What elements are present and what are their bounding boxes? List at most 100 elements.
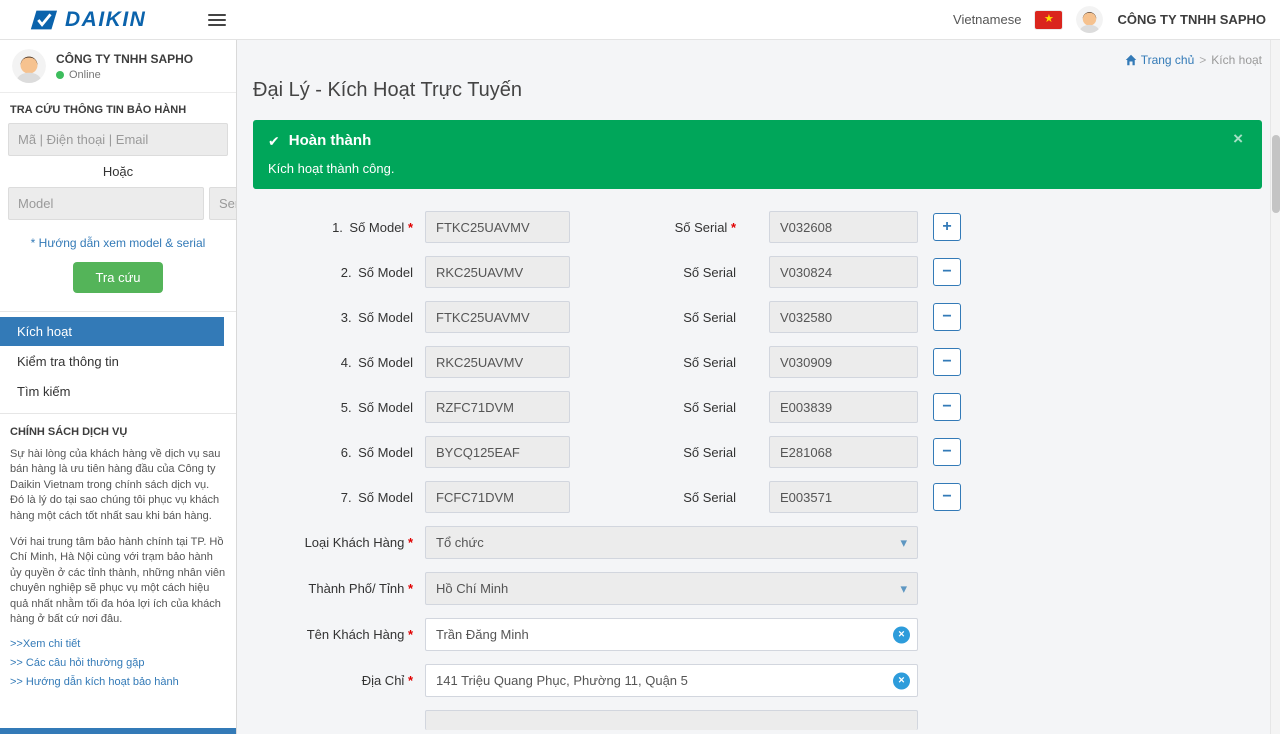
- partial-row: [253, 710, 1262, 730]
- sidebar-item-1[interactable]: Kích hoạt: [0, 317, 224, 346]
- remove-row-button[interactable]: −: [933, 438, 961, 466]
- city-label: Thành Phố/ Tỉnh *: [253, 581, 413, 596]
- online-status-dot: [56, 71, 64, 79]
- partial-field: [425, 710, 918, 730]
- clear-icon[interactable]: ×: [893, 626, 910, 643]
- serial-input[interactable]: [769, 481, 918, 513]
- customer-name-row: Tên Khách Hàng * ×: [253, 618, 1262, 651]
- model-serial-guide-link[interactable]: * Hướng dẫn xem model & serial: [0, 236, 236, 250]
- serial-input[interactable]: [769, 301, 918, 333]
- customer-type-select[interactable]: Tổ chức ▾: [425, 526, 918, 559]
- activation-form: 1. Số Model *Số Serial *+ 2. Số Model Số …: [253, 211, 1262, 730]
- serial-input[interactable]: [769, 436, 918, 468]
- lookup-panel-title: TRA CỨU THÔNG TIN BẢO HÀNH: [0, 93, 236, 123]
- model-label: 4. Số Model: [253, 355, 413, 370]
- remove-row-button[interactable]: −: [933, 483, 961, 511]
- remove-row-button[interactable]: −: [933, 258, 961, 286]
- serial-label: Số Serial: [570, 445, 736, 460]
- lookup-model-input[interactable]: [8, 187, 204, 220]
- customer-type-row: Loại Khách Hàng * Tổ chức ▾: [253, 526, 1262, 559]
- language-selector[interactable]: Vietnamese: [953, 12, 1021, 27]
- breadcrumb-separator: >: [1199, 53, 1206, 67]
- model-serial-row: 4. Số Model Số Serial −: [253, 346, 1262, 378]
- scrollbar[interactable]: [1270, 40, 1280, 734]
- policy-link-3[interactable]: >> Hướng dẫn kích hoạt bảo hành: [10, 676, 226, 688]
- model-label: 7. Số Model: [253, 490, 413, 505]
- city-row: Thành Phố/ Tỉnh * Hồ Chí Minh ▾: [253, 572, 1262, 605]
- serial-label: Số Serial: [570, 490, 736, 505]
- model-label: 5. Số Model: [253, 400, 413, 415]
- policy-link-1[interactable]: >>Xem chi tiết: [10, 638, 226, 650]
- serial-label: Số Serial: [570, 355, 736, 370]
- serial-input[interactable]: [769, 346, 918, 378]
- sidebar-avatar: [12, 49, 46, 83]
- flag-star-icon: ★: [1044, 14, 1054, 25]
- customer-name-input[interactable]: [425, 618, 918, 651]
- sidebar-menu: Kích hoạtKiểm tra thông tinTìm kiếm: [0, 312, 236, 414]
- check-icon: ✔: [268, 130, 280, 152]
- remove-row-button[interactable]: −: [933, 303, 961, 331]
- model-input[interactable]: [425, 481, 570, 513]
- vietnam-flag-icon[interactable]: ★: [1035, 11, 1062, 29]
- breadcrumb: Trang chủ > Kích hoạt: [253, 40, 1262, 67]
- model-input[interactable]: [425, 211, 570, 243]
- sidebar-item-2[interactable]: Kiểm tra thông tin: [0, 347, 224, 376]
- city-value: Hồ Chí Minh: [436, 581, 508, 596]
- model-input[interactable]: [425, 256, 570, 288]
- home-icon: [1125, 54, 1137, 66]
- remove-row-button[interactable]: −: [933, 348, 961, 376]
- model-label: 3. Số Model: [253, 310, 413, 325]
- customer-name-label: Tên Khách Hàng *: [253, 627, 413, 642]
- model-serial-row: 2. Số Model Số Serial −: [253, 256, 1262, 288]
- lookup-serial-input[interactable]: [209, 187, 237, 220]
- customer-type-label: Loại Khách Hàng *: [253, 535, 413, 550]
- policy-paragraph: Sự hài lòng của khách hàng về dịch vụ sa…: [10, 447, 226, 524]
- scrollbar-thumb[interactable]: [1272, 135, 1280, 213]
- policy-link-2[interactable]: >> Các câu hỏi thường gặp: [10, 657, 226, 669]
- model-label: 2. Số Model: [253, 265, 413, 280]
- user-avatar[interactable]: [1076, 6, 1103, 33]
- serial-label: Số Serial: [570, 265, 736, 280]
- city-select[interactable]: Hồ Chí Minh ▾: [425, 572, 918, 605]
- model-rows: 1. Số Model *Số Serial *+ 2. Số Model Số …: [253, 211, 1262, 513]
- or-label: Hoặc: [0, 164, 236, 179]
- policy-links: >>Xem chi tiết >> Các câu hỏi thường gặp >…: [10, 638, 226, 688]
- header-company-name[interactable]: CÔNG TY TNHH SAPHO: [1117, 12, 1266, 27]
- model-serial-row: 3. Số Model Số Serial −: [253, 301, 1262, 333]
- serial-input[interactable]: [769, 391, 918, 423]
- avatar-icon: [12, 49, 46, 83]
- model-serial-row: 6. Số Model Số Serial −: [253, 436, 1262, 468]
- daikin-logo-icon: [28, 9, 58, 31]
- model-label: 1. Số Model *: [253, 220, 413, 235]
- model-serial-row: 5. Số Model Số Serial −: [253, 391, 1262, 423]
- remove-row-button[interactable]: −: [933, 393, 961, 421]
- breadcrumb-home-link[interactable]: Trang chủ: [1125, 53, 1195, 67]
- add-row-button[interactable]: +: [933, 213, 961, 241]
- lookup-search-button[interactable]: Tra cứu: [73, 262, 162, 293]
- daikin-logo[interactable]: DAIKIN: [28, 8, 146, 32]
- policy-paragraph: Với hai trung tâm bảo hành chính tại TP.…: [10, 535, 226, 627]
- menu-toggle-icon[interactable]: [208, 11, 226, 29]
- model-input[interactable]: [425, 301, 570, 333]
- page-title: Đại Lý - Kích Hoạt Trực Tuyến: [253, 79, 1262, 102]
- serial-label: Số Serial: [570, 400, 736, 415]
- alert-close-icon[interactable]: ×: [1227, 129, 1249, 148]
- clear-icon[interactable]: ×: [893, 672, 910, 689]
- success-alert: ✔ Hoàn thành Kích hoạt thành công. ×: [253, 120, 1262, 189]
- chevron-down-icon: ▾: [900, 535, 907, 551]
- model-label: 6. Số Model: [253, 445, 413, 460]
- warranty-lookup-panel: TRA CỨU THÔNG TIN BẢO HÀNH Hoặc * Hướng …: [0, 93, 236, 312]
- model-input[interactable]: [425, 436, 570, 468]
- model-serial-row: 1. Số Model *Số Serial *+: [253, 211, 1262, 243]
- lookup-code-input[interactable]: [8, 123, 228, 156]
- address-label: Địa Chỉ *: [253, 673, 413, 688]
- sidebar-user-panel: CÔNG TY TNHH SAPHO Online: [0, 40, 236, 93]
- alert-title: Hoàn thành: [289, 130, 372, 152]
- sidebar-item-3[interactable]: Tìm kiếm: [0, 377, 224, 406]
- customer-type-value: Tổ chức: [436, 535, 484, 550]
- model-input[interactable]: [425, 391, 570, 423]
- serial-input[interactable]: [769, 256, 918, 288]
- address-input[interactable]: [425, 664, 918, 697]
- serial-input[interactable]: [769, 211, 918, 243]
- model-input[interactable]: [425, 346, 570, 378]
